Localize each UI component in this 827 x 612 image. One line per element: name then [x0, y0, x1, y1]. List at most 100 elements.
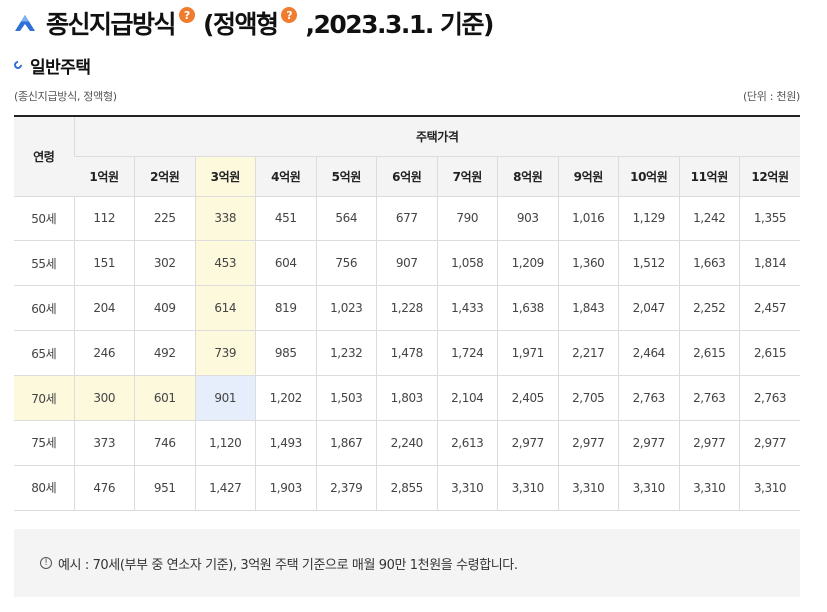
age-cell: 80세 [14, 465, 74, 511]
price-column-header: 9억원 [557, 156, 619, 197]
value-cell: 1,355 [739, 196, 800, 242]
help-icon[interactable]: ? [179, 7, 196, 23]
value-cell: 3,310 [618, 465, 679, 511]
price-column-header: 11억원 [678, 156, 740, 197]
value-cell: 453 [194, 240, 256, 287]
value-cell: 604 [255, 240, 316, 287]
value-cell: 601 [134, 375, 195, 421]
value-cell: 3,310 [557, 465, 619, 511]
page-title-type: (정액형 [203, 10, 279, 39]
price-column-header: 12억원 [739, 156, 800, 197]
value-cell: 1,433 [436, 285, 498, 332]
table-row: 70세 300 601 901 1,202 1,503 1,803 2,104 2,405 2,7… [14, 375, 800, 421]
unit-caption: (단위 : 천원) [742, 90, 800, 103]
value-cell: 2,977 [557, 420, 619, 466]
age-cell: 50세 [14, 196, 74, 242]
value-cell: 2,763 [739, 375, 800, 421]
section-heading: 일반주택 [12, 54, 91, 78]
value-cell: 2,047 [618, 285, 679, 332]
value-cell: 1,971 [497, 330, 558, 377]
value-cell: 2,977 [739, 420, 800, 466]
value-cell: 1,228 [376, 285, 437, 332]
value-cell: 409 [134, 285, 195, 332]
value-cell: 1,058 [436, 240, 498, 287]
value-cell: 2,855 [376, 465, 437, 511]
value-cell: 1,360 [557, 240, 619, 287]
value-cell: 1,867 [315, 420, 377, 466]
value-cell: 1,232 [315, 330, 377, 377]
value-cell: 1,803 [376, 375, 437, 421]
pension-table: 연령 주택가격 1억원 2억원 3억원 4억원 5억원 6억원 7억원 8억원 9억원 10억원 1… [14, 115, 800, 511]
value-cell: 739 [194, 330, 256, 377]
table-row: 55세 151 302 453 604 756 907 1,058 1,209 1,360 1,51… [14, 240, 800, 287]
page-title: 종신지급방식 [46, 10, 177, 39]
age-cell: 70세 [14, 375, 74, 421]
table-row: 80세 476 951 1,427 1,903 2,379 2,855 3,310 3,310 3… [14, 465, 800, 511]
value-cell: 1,663 [678, 240, 740, 287]
value-cell: 1,202 [255, 375, 316, 421]
value-cell: 1,209 [497, 240, 558, 287]
value-cell: 302 [134, 240, 195, 287]
example-note-text: 예시 : 70세(부부 중 연소자 기준), 3억원 주택 기준으로 매월 90… [58, 557, 518, 573]
value-cell: 677 [376, 196, 437, 242]
value-cell: 451 [255, 196, 316, 242]
value-cell: 1,427 [194, 465, 256, 511]
value-cell: 2,104 [436, 375, 498, 421]
value-cell: 3,310 [436, 465, 498, 511]
age-cell: 55세 [14, 240, 74, 287]
value-cell: 907 [376, 240, 437, 287]
price-column-header: 5억원 [315, 156, 377, 197]
value-cell: 951 [134, 465, 195, 511]
value-cell: 300 [73, 375, 135, 421]
value-cell: 225 [134, 196, 195, 242]
price-column-header: 6억원 [376, 156, 437, 197]
value-cell: 2,252 [678, 285, 740, 332]
price-column-header: 2억원 [134, 156, 195, 197]
value-cell: 2,977 [678, 420, 740, 466]
section-bullet-icon [12, 59, 24, 71]
value-cell: 1,512 [618, 240, 679, 287]
price-column-header: 10억원 [618, 156, 679, 197]
value-cell: 2,405 [497, 375, 558, 421]
value-cell: 1,903 [255, 465, 316, 511]
value-cell: 614 [194, 285, 256, 332]
age-header: 연령 [14, 116, 74, 197]
section-title: 일반주택 [30, 57, 91, 78]
value-cell: 204 [73, 285, 135, 332]
value-cell: 3,310 [497, 465, 558, 511]
value-cell: 564 [315, 196, 377, 242]
value-cell: 2,977 [618, 420, 679, 466]
value-cell: 2,763 [618, 375, 679, 421]
table-row: 60세 204 409 614 819 1,023 1,228 1,433 1,638 1,843… [14, 285, 800, 332]
page-title-row: 종신지급방식 ? (정액형 ? ,2023.3.1. 기준) [14, 6, 494, 40]
value-cell: 2,977 [497, 420, 558, 466]
table-row: 65세 246 492 739 985 1,232 1,478 1,724 1,971 2,217… [14, 330, 800, 377]
price-header: 주택가격 [73, 116, 800, 157]
value-cell: 903 [497, 196, 558, 242]
price-column-header: 3억원 [194, 156, 256, 197]
price-column-header: 7억원 [436, 156, 498, 197]
page-title-date: ,2023.3.1. 기준) [305, 10, 494, 39]
value-cell: 1,478 [376, 330, 437, 377]
value-cell: 1,503 [315, 375, 377, 421]
price-column-header: 8억원 [497, 156, 558, 197]
table-row: 75세 373 746 1,120 1,493 1,867 2,240 2,613 2,977 2… [14, 420, 800, 466]
value-cell: 151 [73, 240, 135, 287]
value-cell: 1,023 [315, 285, 377, 332]
value-cell: 492 [134, 330, 195, 377]
value-cell: 2,379 [315, 465, 377, 511]
value-cell: 1,843 [557, 285, 619, 332]
value-cell: 3,310 [739, 465, 800, 511]
value-cell: 1,129 [618, 196, 679, 242]
value-cell: 2,615 [678, 330, 740, 377]
value-cell: 338 [194, 196, 256, 242]
value-cell: 746 [134, 420, 195, 466]
info-icon: ! [40, 557, 52, 569]
help-icon-type[interactable]: ? [281, 7, 298, 23]
value-cell: 2,763 [678, 375, 740, 421]
value-cell: 1,724 [436, 330, 498, 377]
value-cell: 476 [73, 465, 135, 511]
example-note: ! 예시 : 70세(부부 중 연소자 기준), 3억원 주택 기준으로 매월 … [14, 529, 800, 597]
value-cell: 756 [315, 240, 377, 287]
value-cell: 373 [73, 420, 135, 466]
